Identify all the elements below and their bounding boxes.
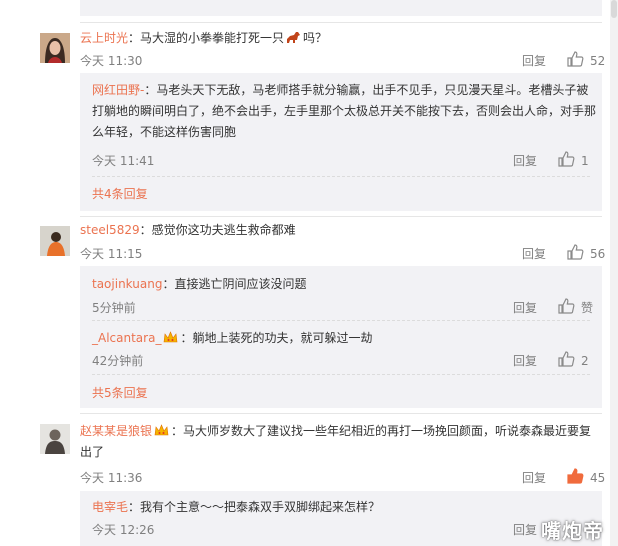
sub-divider (92, 176, 590, 177)
like-count: 56 (590, 246, 606, 261)
crown-icon (154, 423, 169, 436)
user-name-link[interactable]: _Alcantara_ (92, 331, 161, 345)
thumbs-up-icon (567, 51, 584, 70)
comment-divider (80, 216, 602, 217)
crown-icon (163, 330, 178, 343)
comment-divider (80, 413, 602, 414)
comment-time: 今天 11:15 (80, 247, 143, 261)
user-name-link[interactable]: 赵某某是狼银 (80, 424, 152, 438)
reply-button[interactable]: 回复 (513, 521, 537, 538)
avatar[interactable] (40, 33, 70, 63)
sub-reply: _Alcantara_ ：躺地上装死的功夫，就可躲过一劫 (92, 328, 600, 349)
sub-divider (92, 320, 590, 321)
more-replies-link[interactable]: 共4条回复 (92, 185, 148, 202)
avatar[interactable] (40, 424, 70, 454)
reply-button[interactable]: 回复 (513, 299, 537, 316)
sub-reply-time: 5分钟前 (92, 301, 136, 315)
sub-reply-time: 今天 12:26 (92, 523, 155, 537)
comment-body: ：感觉你这功夫逃生救命都难 (139, 223, 296, 237)
sub-reply: taojinkuang：直接逃亡阴间应该没问题 (92, 274, 600, 295)
reply-button[interactable]: 回复 (513, 352, 537, 369)
thumbs-up-icon (558, 351, 575, 370)
like-button[interactable]: 1 (558, 151, 589, 170)
like-count: 45 (590, 470, 606, 485)
comment-body-end: 吗？ (303, 31, 328, 45)
sub-reply-body: ：直接逃亡阴间应该没问题 (162, 277, 307, 291)
user-name-link[interactable]: 网红田野- (92, 83, 144, 97)
sub-divider (92, 374, 590, 375)
user-name-link[interactable]: 电宰毛 (92, 500, 128, 514)
reply-button[interactable]: 回复 (513, 152, 537, 169)
reply-button[interactable]: 回复 (522, 52, 546, 69)
like-count: 1 (581, 153, 589, 168)
sub-reply: 网红田野-：马老头天下无敌，马老师搭手就分输赢，出手不见手，只见漫天星斗。老槽头… (92, 80, 600, 143)
previous-sub-reply-box (80, 0, 602, 16)
scrollbar-thumb[interactable] (611, 0, 617, 18)
sub-reply-time: 42分钟前 (92, 354, 144, 368)
user-name-link[interactable]: 云上时光 (80, 31, 128, 45)
like-count: 赞 (581, 301, 594, 315)
comment-feed: 云上时光：马大湿的小拳拳能打死一只 吗？ 今天 11:30 回复 52 网红田野-… (0, 0, 618, 546)
user-name-link[interactable]: steel5829 (80, 223, 140, 237)
comment-text: 云上时光：马大湿的小拳拳能打死一只 吗？ (80, 28, 600, 49)
comment-time: 今天 11:30 (80, 54, 143, 68)
sub-reply-body: ：马老头天下无敌，马老师搭手就分输赢，出手不见手，只见漫天星斗。老槽头子被打躺地… (92, 83, 597, 139)
like-button[interactable]: 52 (567, 51, 605, 70)
horse-emoji-icon (286, 30, 301, 43)
comment-text: steel5829：感觉你这功夫逃生救命都难 (80, 220, 600, 241)
thumbs-up-icon (567, 244, 584, 263)
watermark: 嘴炮帝 (541, 519, 604, 543)
avatar[interactable] (40, 226, 70, 256)
thumbs-up-icon (558, 298, 575, 317)
like-button[interactable]: 赞 (558, 298, 593, 317)
scrollbar[interactable] (610, 0, 618, 546)
sub-reply: 电宰毛：我有个主意～～把泰森双手双脚绑起来怎样？ (92, 497, 600, 518)
like-button[interactable]: 2 (558, 351, 589, 370)
sub-reply-body: ：躺地上装死的功夫，就可躲过一劫 (180, 331, 373, 345)
user-name-link[interactable]: taojinkuang (92, 277, 162, 291)
like-count: 2 (581, 353, 589, 368)
reply-button[interactable]: 回复 (522, 245, 546, 262)
thumbs-up-icon (567, 468, 584, 487)
reply-button[interactable]: 回复 (522, 469, 546, 486)
more-replies-link[interactable]: 共5条回复 (92, 384, 148, 401)
comment-body: ：马大湿的小拳拳能打死一只 (128, 31, 285, 45)
sub-reply-time: 今天 11:41 (92, 154, 155, 168)
like-button[interactable]: 45 (567, 468, 605, 487)
comment-divider (80, 22, 602, 23)
comment-time: 今天 11:36 (80, 471, 143, 485)
thumbs-up-icon (558, 151, 575, 170)
sub-reply-body: ：我有个主意～～把泰森双手双脚绑起来怎样？ (128, 500, 381, 514)
like-count: 52 (590, 53, 606, 68)
comment-text: 赵某某是狼银 ：马大师岁数大了建议找一些年纪相近的再打一场挽回颜面，听说泰森最近要… (80, 421, 600, 463)
like-button[interactable]: 56 (567, 244, 605, 263)
